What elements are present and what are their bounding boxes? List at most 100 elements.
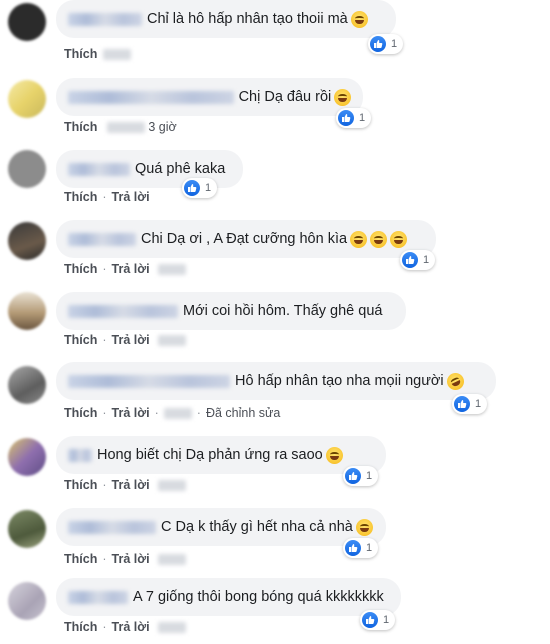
- like-link[interactable]: Thích: [64, 406, 97, 420]
- comment-actions: Thích · Trả lời: [64, 190, 150, 204]
- like-link[interactable]: Thích: [64, 620, 97, 634]
- comment-actions: Thích · Trả lời: [64, 333, 186, 347]
- blurred-timestamp: [107, 121, 146, 133]
- comment-actions: Thích 3 giờ: [64, 120, 177, 134]
- blurred-timestamp: [157, 621, 186, 633]
- like-count: 1: [205, 182, 212, 194]
- like-link[interactable]: Thích: [64, 120, 97, 134]
- like-reaction-icon: [402, 252, 418, 268]
- comment-bubble: Chị Dạ đâu rồi: [56, 78, 363, 116]
- comment-bubble: Chi Dạ ơi , A Đạt cưỡng hôn kìa: [56, 220, 436, 258]
- comment-actions: Thích · Trả lời · · Đã chỉnh sửa: [64, 406, 281, 420]
- reaction-summary[interactable]: 1: [343, 466, 379, 486]
- like-reaction-icon: [454, 396, 470, 412]
- reaction-summary[interactable]: 1: [368, 34, 404, 54]
- reply-link[interactable]: Trả lời: [112, 552, 150, 566]
- avatar[interactable]: [8, 582, 46, 620]
- dizzy-face-icon: [325, 446, 343, 464]
- avatar[interactable]: [8, 80, 46, 118]
- reply-link[interactable]: Trả lời: [112, 190, 150, 204]
- comment-actions: Thích · Trả lời: [64, 552, 186, 566]
- blurred-timestamp: [157, 334, 186, 346]
- blurred-author-name[interactable]: [68, 448, 92, 462]
- like-count: 1: [383, 614, 390, 626]
- reply-link[interactable]: Trả lời: [112, 262, 150, 276]
- comment-actions: Thích · Trả lời: [64, 262, 186, 276]
- like-count: 1: [475, 398, 482, 410]
- avatar[interactable]: [8, 366, 46, 404]
- comment-text: Chị Dạ đâu rồi: [238, 89, 332, 105]
- grinning-face-icon: [350, 230, 368, 248]
- comment-text: Chi Dạ ơi , A Đạt cưỡng hôn kìa: [141, 231, 348, 247]
- blurred-author-name[interactable]: [68, 90, 234, 104]
- like-link[interactable]: Thích: [64, 333, 97, 347]
- avatar[interactable]: [8, 292, 46, 330]
- grinning-face-icon: [390, 230, 408, 248]
- blurred-author-name[interactable]: [68, 520, 156, 534]
- comment-text: Chỉ là hô hấp nhân tạo thoii mà: [147, 11, 348, 27]
- avatar[interactable]: [8, 438, 46, 476]
- comment-actions: Thích: [64, 47, 132, 61]
- like-link[interactable]: Thích: [64, 552, 97, 566]
- reply-link[interactable]: Trả lời: [112, 406, 150, 420]
- comment-bubble: Hô hấp nhân tạo nha mọii người: [56, 362, 496, 400]
- reply-link[interactable]: Trả lời: [112, 620, 150, 634]
- reply-link[interactable]: Trả lời: [112, 333, 150, 347]
- comment-bubble: C Dạ k thấy gì hết nha cả nhà: [56, 508, 386, 546]
- reaction-summary[interactable]: 1: [343, 538, 379, 558]
- blurred-author-name[interactable]: [68, 12, 142, 26]
- blurred-timestamp: [163, 407, 192, 419]
- comment-text: Hong biết chị Dạ phản ứng ra saoo: [97, 447, 323, 463]
- blurred-author-name[interactable]: [68, 590, 128, 604]
- reaction-summary[interactable]: 1: [400, 250, 436, 270]
- like-count: 1: [391, 38, 398, 50]
- comment-bubble: Hong biết chị Dạ phản ứng ra saoo: [56, 436, 386, 474]
- blurred-timestamp: [157, 479, 186, 491]
- comment-bubble: Mới coi hồi hôm. Thấy ghê quá: [56, 292, 406, 330]
- reaction-summary[interactable]: 1: [452, 394, 488, 414]
- laughing-face-icon: [334, 88, 351, 106]
- like-count: 1: [366, 542, 373, 554]
- comment-actions: Thích · Trả lời: [64, 620, 186, 634]
- like-reaction-icon: [345, 540, 361, 556]
- blurred-timestamp: [157, 263, 186, 275]
- rolling-laughing-face-icon: [443, 369, 467, 393]
- comment-bubble: Chỉ là hô hấp nhân tạo thoii mà: [56, 0, 396, 38]
- reply-link[interactable]: Trả lời: [112, 478, 150, 492]
- comment-text: C Dạ k thấy gì hết nha cả nhà: [161, 519, 353, 535]
- comment-text: A 7 giống thôi bong bóng quá kkkkkkkk: [133, 589, 384, 605]
- comment-actions: Thích · Trả lời: [64, 478, 186, 492]
- like-link[interactable]: Thích: [64, 190, 97, 204]
- comment-text: Hô hấp nhân tạo nha mọii người: [235, 373, 444, 389]
- like-count: 1: [359, 112, 366, 124]
- avatar[interactable]: [8, 510, 46, 548]
- like-link[interactable]: Thích: [64, 47, 97, 61]
- like-reaction-icon: [338, 110, 354, 126]
- like-link[interactable]: Thích: [64, 478, 97, 492]
- blurred-author-name[interactable]: [68, 162, 130, 176]
- blurred-timestamp: [103, 48, 132, 60]
- comment-text: Mới coi hồi hôm. Thấy ghê quá: [183, 303, 383, 319]
- avatar[interactable]: [8, 3, 46, 41]
- like-count: 1: [366, 470, 373, 482]
- like-reaction-icon: [370, 36, 386, 52]
- comment-text: Quá phê kaka: [135, 161, 226, 177]
- avatar[interactable]: [8, 150, 46, 188]
- avatar[interactable]: [8, 222, 46, 260]
- blurred-author-name[interactable]: [68, 232, 136, 246]
- like-link[interactable]: Thích: [64, 262, 97, 276]
- reaction-summary[interactable]: 1: [336, 108, 372, 128]
- comment-bubble: A 7 giống thôi bong bóng quá kkkkkkkk: [56, 578, 401, 616]
- like-reaction-icon: [362, 612, 378, 628]
- blurred-author-name[interactable]: [68, 374, 230, 388]
- reaction-summary[interactable]: 1: [182, 178, 218, 198]
- blurred-timestamp: [157, 553, 186, 565]
- reaction-summary[interactable]: 1: [360, 610, 396, 630]
- laughing-face-icon: [355, 518, 373, 536]
- like-reaction-icon: [184, 180, 200, 196]
- edited-label[interactable]: Đã chỉnh sửa: [206, 406, 280, 420]
- grinning-face-icon: [350, 10, 368, 28]
- like-count: 1: [423, 254, 430, 266]
- timestamp[interactable]: 3 giờ: [148, 120, 176, 134]
- blurred-author-name[interactable]: [68, 304, 178, 318]
